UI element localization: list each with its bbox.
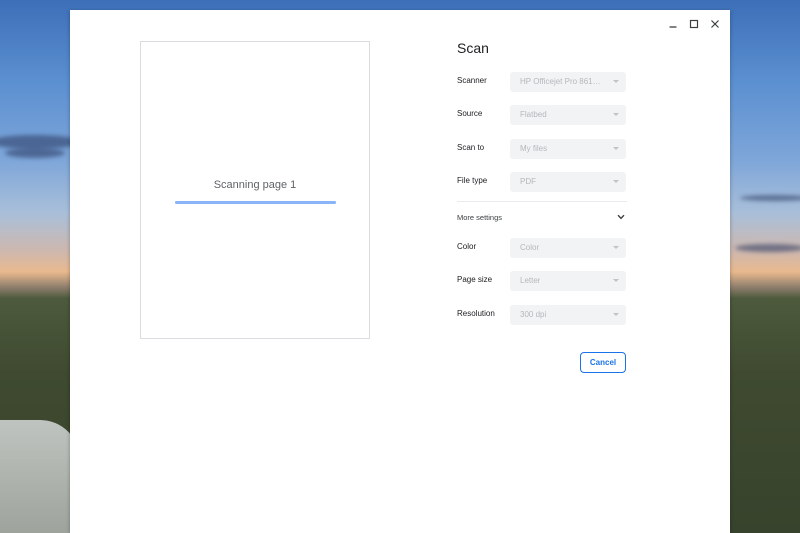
setting-row-color: Color Color (457, 238, 627, 258)
scan-to-select[interactable]: My files (510, 139, 626, 159)
page-title: Scan (457, 40, 489, 56)
dropdown-arrow-icon (613, 246, 619, 249)
scan-status-text: Scanning page 1 (213, 179, 297, 191)
scan-preview-pane: Scanning page 1 (140, 41, 370, 339)
maximize-icon (689, 19, 698, 28)
setting-label: Color (457, 242, 477, 251)
scan-dialog: Scanning page 1 Scan Scanner HP Officeje… (70, 10, 730, 533)
resolution-select[interactable]: 300 dpi (510, 305, 626, 325)
source-select[interactable]: Flatbed (510, 105, 626, 125)
dropdown-arrow-icon (613, 313, 619, 316)
color-select[interactable]: Color (510, 238, 626, 258)
setting-label: File type (457, 176, 488, 185)
scan-progress-fill (175, 201, 336, 204)
page-size-select[interactable]: Letter (510, 271, 626, 291)
more-settings-label: More settings (457, 213, 503, 222)
setting-row-scan-to: Scan to My files (457, 139, 627, 159)
select-value: My files (520, 144, 548, 153)
select-value: 300 dpi (520, 310, 547, 319)
select-value: Color (520, 243, 540, 252)
minimize-button[interactable] (663, 14, 682, 33)
dropdown-arrow-icon (613, 279, 619, 282)
setting-label: Page size (457, 275, 493, 284)
dropdown-arrow-icon (613, 180, 619, 183)
more-settings-toggle[interactable]: More settings (457, 210, 627, 226)
setting-row-resolution: Resolution 300 dpi (457, 305, 627, 325)
scanner-select[interactable]: HP Officejet Pro 8610 [... (510, 72, 626, 92)
setting-row-page-size: Page size Letter (457, 271, 627, 291)
wallpaper-cloud (740, 195, 800, 201)
wallpaper-cloud (735, 244, 800, 252)
wallpaper-sand (0, 420, 80, 533)
dropdown-arrow-icon (613, 80, 619, 83)
section-divider (457, 201, 627, 202)
wallpaper-cloud (5, 148, 65, 158)
select-value: PDF (520, 177, 536, 186)
setting-row-scanner: Scanner HP Officejet Pro 8610 [... (457, 72, 627, 92)
dropdown-arrow-icon (613, 113, 619, 116)
close-icon (710, 19, 719, 28)
wallpaper-cloud (0, 135, 80, 149)
cancel-button[interactable]: Cancel (580, 352, 626, 373)
close-button[interactable] (705, 14, 724, 33)
chevron-down-icon (617, 214, 625, 220)
setting-row-file-type: File type PDF (457, 172, 627, 192)
file-type-select[interactable]: PDF (510, 172, 626, 192)
minimize-icon (669, 25, 676, 28)
setting-row-source: Source Flatbed (457, 105, 627, 125)
scan-progress-bar (175, 201, 336, 204)
setting-label: Scan to (457, 143, 485, 152)
setting-label: Source (457, 109, 483, 118)
select-value: Letter (520, 276, 541, 285)
maximize-button[interactable] (684, 14, 703, 33)
select-value: HP Officejet Pro 8610 [... (520, 77, 604, 86)
dropdown-arrow-icon (613, 147, 619, 150)
window-controls (663, 14, 724, 33)
setting-label: Scanner (457, 76, 487, 85)
setting-label: Resolution (457, 309, 495, 318)
select-value: Flatbed (520, 110, 547, 119)
